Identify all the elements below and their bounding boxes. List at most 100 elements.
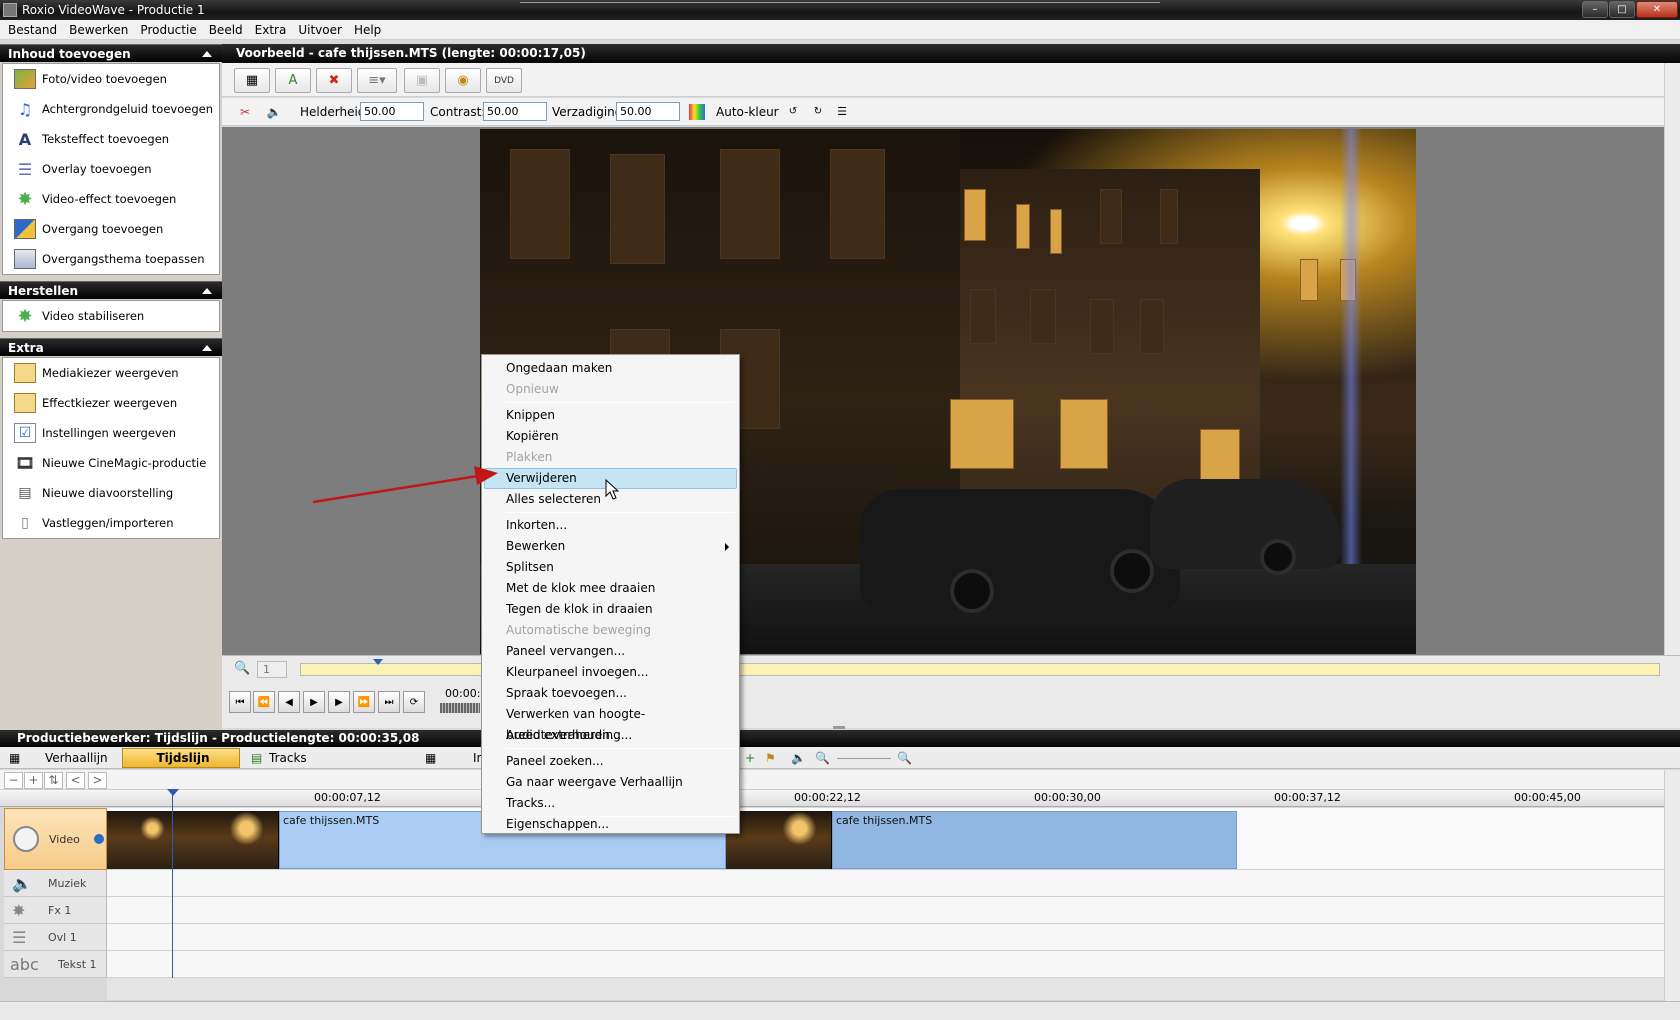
menu-item-tracks[interactable]: Tracks... <box>484 793 737 814</box>
delete-icon[interactable]: ✖ <box>316 68 352 93</box>
panel-splitter[interactable] <box>833 726 845 729</box>
add-marker-icon[interactable]: + <box>740 748 756 768</box>
minimize-button[interactable]: – <box>1582 1 1608 18</box>
previous-icon[interactable]: < <box>66 772 85 789</box>
saturation-input[interactable]: 50.00 <box>616 102 680 121</box>
tab-timeline[interactable]: Tijdslijn <box>122 748 240 768</box>
menu-item-add-narration[interactable]: Spraak toevoegen... <box>484 683 737 704</box>
video-clip[interactable]: cafe thijssen.MTS <box>832 811 1237 869</box>
menu-beeld[interactable]: Beeld <box>203 20 249 39</box>
previous-frame-button[interactable]: ◀ <box>278 691 300 713</box>
preview-scrollbar[interactable] <box>1664 63 1680 655</box>
menu-item-cut[interactable]: Knippen <box>484 405 737 426</box>
volume-icon[interactable]: 🔈 <box>786 748 807 768</box>
task-add-transition[interactable]: Overgang toevoegen <box>3 214 219 244</box>
menu-item-copy[interactable]: Kopiëren <box>484 426 737 447</box>
task-stabilize-video[interactable]: ✸ Video stabiliseren <box>3 301 219 331</box>
timeline-vertical-scrollbar[interactable] <box>1664 770 1680 1001</box>
task-show-settings[interactable]: ☑ Instellingen weergeven <box>3 418 219 448</box>
burn-disc-icon[interactable]: ◉ <box>445 68 481 93</box>
menu-bewerken[interactable]: Bewerken <box>63 20 134 39</box>
go-to-start-button[interactable]: ⏮ <box>229 691 251 713</box>
timeline-horizontal-scrollbar[interactable] <box>0 1001 1680 1020</box>
align-dropdown-icon[interactable]: ≡▾ <box>357 68 397 93</box>
overlay-track[interactable] <box>107 924 1664 951</box>
close-button[interactable]: ✕ <box>1636 1 1678 18</box>
task-add-video-effect[interactable]: ✸ Video-effect toevoegen <box>3 184 219 214</box>
color-palette-icon[interactable] <box>689 104 705 120</box>
task-add-text-effect[interactable]: A Teksteffect toevoegen <box>3 124 219 154</box>
menu-item-rotate-counterclockwise[interactable]: Tegen de klok in draaien <box>484 599 737 620</box>
task-new-slideshow[interactable]: ▤ Nieuwe diavoorstelling <box>3 478 219 508</box>
text-track[interactable] <box>107 951 1664 978</box>
scissors-icon[interactable]: ✂ <box>237 104 253 120</box>
zoom-slider[interactable] <box>832 748 892 768</box>
properties-icon[interactable]: ☰ <box>834 104 850 120</box>
loop-button[interactable]: ⟳ <box>403 691 425 713</box>
zoom-out-icon[interactable]: 🔍 <box>810 748 831 768</box>
add-text-icon[interactable]: A <box>275 68 311 93</box>
rotate-right-icon[interactable]: ↻ <box>810 104 826 120</box>
menu-item-extract-audio[interactable]: Audio extraheren... <box>484 725 737 746</box>
menu-item-properties[interactable]: Eigenschappen... <box>484 814 737 835</box>
go-to-end-button[interactable]: ⏭ <box>378 691 400 713</box>
plus-icon[interactable]: + <box>24 772 43 789</box>
track-label-overlay[interactable]: ☰ Ovl 1 <box>4 924 107 951</box>
track-label-video[interactable]: Video <box>4 808 107 870</box>
scrub-marker[interactable] <box>373 659 383 665</box>
menu-productie[interactable]: Productie <box>134 20 202 39</box>
fx-track[interactable] <box>107 897 1664 924</box>
speaker-icon[interactable]: 🔈 <box>266 104 282 120</box>
zoom-icon[interactable]: 🔍 <box>234 661 250 676</box>
collapse-icon[interactable] <box>202 288 212 294</box>
track-label-music[interactable]: 🔈 Muziek <box>4 870 107 897</box>
menu-item-go-to-storyline[interactable]: Ga naar weergave Verhaallijn <box>484 772 737 793</box>
frame-number-field[interactable]: 1 <box>257 661 287 678</box>
task-new-cinemagic[interactable]: 🎞 Nieuwe CineMagic-productie <box>3 448 219 478</box>
storyboard-icon[interactable]: ▦ <box>234 68 270 93</box>
timeline-playhead[interactable] <box>172 790 173 978</box>
task-show-media-picker[interactable]: Mediakiezer weergeven <box>3 358 219 388</box>
menu-item-undo[interactable]: Ongedaan maken <box>484 358 737 379</box>
clip-thumbnail[interactable] <box>107 811 173 869</box>
brightness-input[interactable]: 50.00 <box>360 102 424 121</box>
tab-show-hide-tracks[interactable]: Tracks weergeven/verbergen <box>264 748 414 783</box>
next-frame-button[interactable]: ▶ <box>328 691 350 713</box>
collapse-icon[interactable] <box>202 51 212 57</box>
section-inhoud-toevoegen[interactable]: Inhoud toevoegen <box>0 44 222 62</box>
menu-uitvoer[interactable]: Uitvoer <box>292 20 348 39</box>
crop-icon[interactable]: ▣ <box>404 68 440 93</box>
rewind-button[interactable]: ⏪ <box>253 691 275 713</box>
menu-item-find-panel[interactable]: Paneel zoeken... <box>484 751 737 772</box>
maximize-button[interactable]: □ <box>1609 1 1635 18</box>
task-add-background-audio[interactable]: ♫ Achtergrondgeluid toevoegen <box>3 94 219 124</box>
app-icon[interactable] <box>3 3 17 17</box>
track-label-text[interactable]: abc Tekst 1 <box>4 951 107 978</box>
play-button[interactable]: ▶ <box>303 691 325 713</box>
fast-forward-button[interactable]: ⏩ <box>353 691 375 713</box>
task-capture-import[interactable]: ▯ Vastleggen/importeren <box>3 508 219 538</box>
dvd-icon[interactable]: DVD <box>486 68 522 93</box>
menu-item-trim[interactable]: Inkorten... <box>484 515 737 536</box>
menu-item-rotate-clockwise[interactable]: Met de klok mee draaien <box>484 578 737 599</box>
zoom-in-icon[interactable]: 🔍 <box>892 748 913 768</box>
menu-item-insert-color-panel[interactable]: Kleurpaneel invoegen... <box>484 662 737 683</box>
section-extra[interactable]: Extra <box>0 338 222 356</box>
clip-thumbnail[interactable] <box>726 811 832 869</box>
timeline-playhead-handle[interactable] <box>167 789 179 796</box>
task-add-photo-video[interactable]: Foto/video toevoegen <box>3 64 219 94</box>
music-track[interactable] <box>107 870 1664 897</box>
minus-icon[interactable]: − <box>4 772 23 789</box>
timeline-ruler[interactable]: 00:00:07,12 00:00:22,12 00:00:30,00 00:0… <box>0 790 1664 807</box>
task-apply-transition-theme[interactable]: Overgangsthema toepassen <box>3 244 219 274</box>
fit-icon[interactable]: ⇅ <box>44 772 63 789</box>
next-icon[interactable]: > <box>88 772 107 789</box>
menu-item-split[interactable]: Splitsen <box>484 557 737 578</box>
menu-item-edit[interactable]: Bewerken <box>484 536 737 557</box>
menu-extra[interactable]: Extra <box>249 20 293 39</box>
track-label-fx[interactable]: ✸ Fx 1 <box>4 897 107 924</box>
rotate-left-icon[interactable]: ↺ <box>785 104 801 120</box>
menu-help[interactable]: Help <box>348 20 387 39</box>
menu-item-aspect-ratio[interactable]: Verwerken van hoogte-breedteverhouding..… <box>484 704 737 742</box>
menu-bestand[interactable]: Bestand <box>2 20 63 39</box>
